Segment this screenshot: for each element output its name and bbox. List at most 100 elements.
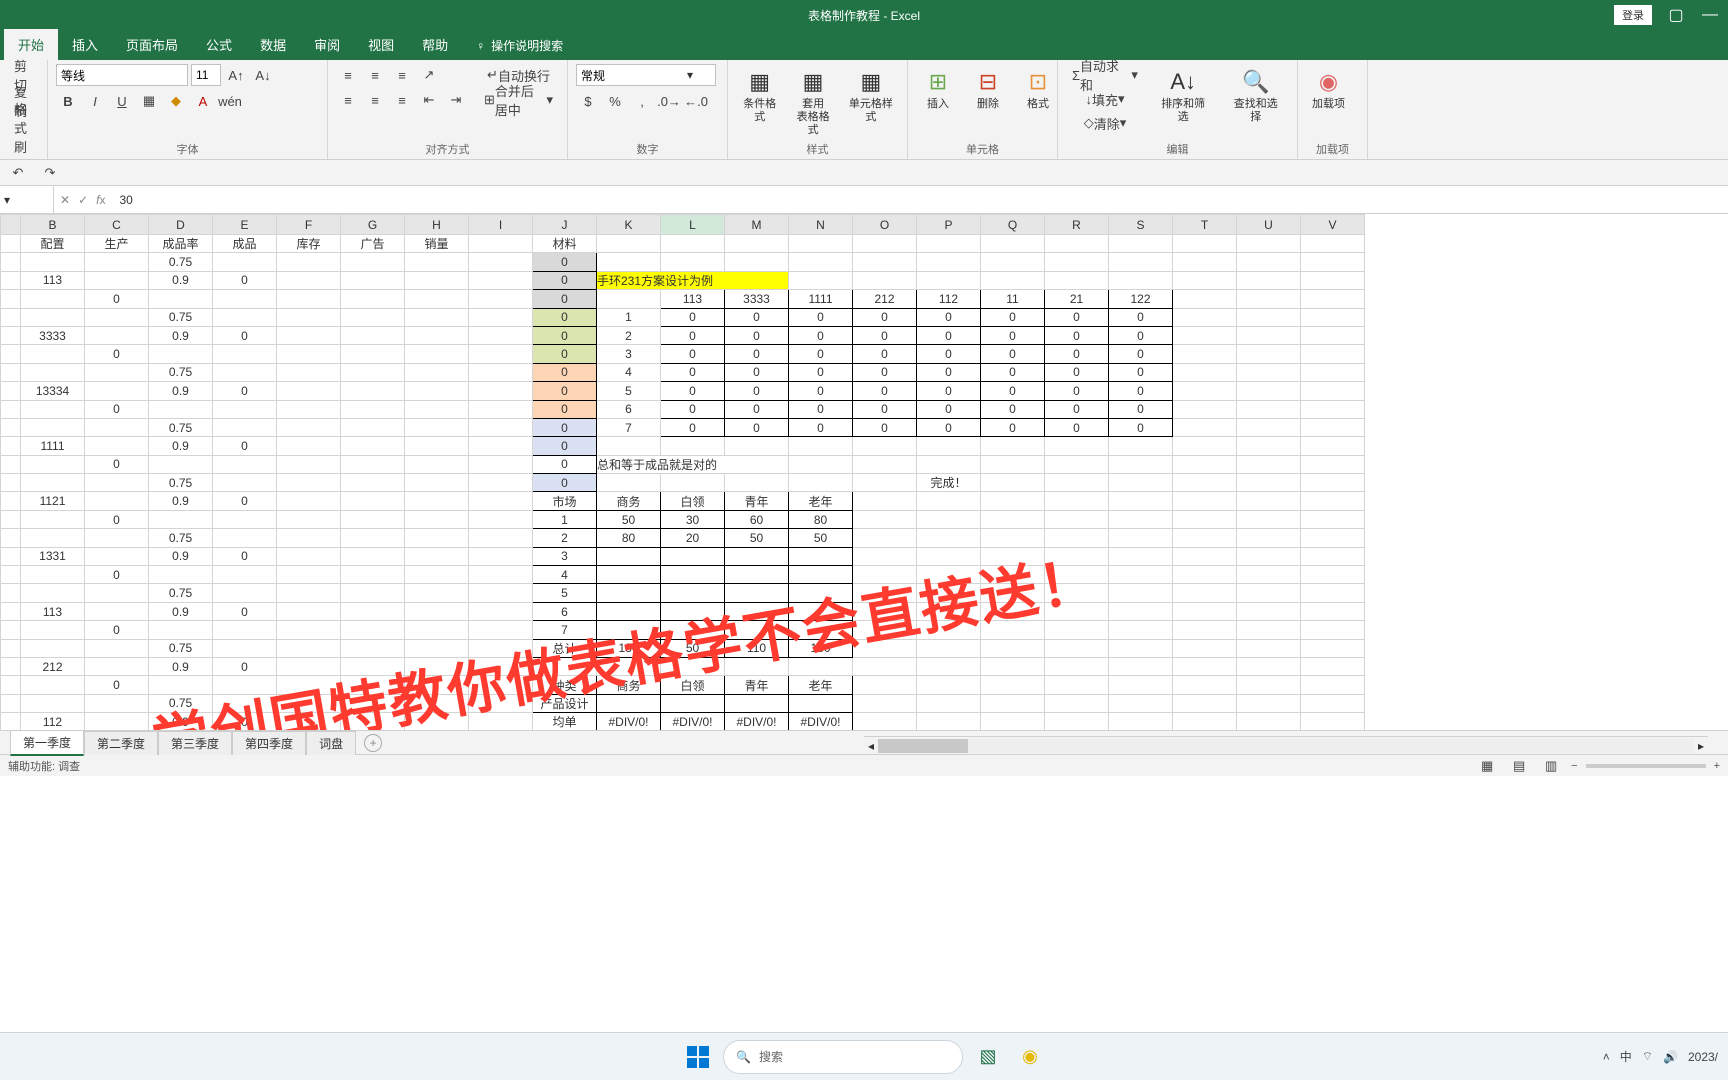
cell[interactable]: 122	[1109, 290, 1173, 308]
cell[interactable]	[917, 271, 981, 289]
cell[interactable]	[85, 529, 149, 547]
cell[interactable]	[1, 253, 21, 271]
cell[interactable]	[469, 694, 533, 712]
cell[interactable]	[341, 713, 405, 730]
cell[interactable]: 0	[981, 363, 1045, 381]
column-header[interactable]: N	[789, 215, 853, 235]
cell[interactable]: 0	[725, 382, 789, 400]
cell[interactable]	[725, 694, 789, 712]
cell[interactable]: 0	[661, 326, 725, 344]
cell[interactable]: 6	[533, 602, 597, 620]
cell[interactable]	[1173, 455, 1237, 473]
wifi-icon[interactable]: ⌔	[1642, 1049, 1653, 1064]
cell[interactable]	[1, 345, 21, 363]
cell[interactable]: 0	[1109, 382, 1173, 400]
cell[interactable]	[1, 602, 21, 620]
cell[interactable]	[469, 566, 533, 584]
cell[interactable]	[405, 547, 469, 565]
cell[interactable]	[469, 345, 533, 363]
cell[interactable]	[1237, 510, 1301, 528]
cell[interactable]	[85, 382, 149, 400]
cell[interactable]	[21, 529, 85, 547]
cell[interactable]	[21, 455, 85, 473]
cell[interactable]	[1, 382, 21, 400]
cell[interactable]	[341, 639, 405, 657]
cell[interactable]	[85, 694, 149, 712]
cell[interactable]: 3	[533, 547, 597, 565]
cell[interactable]	[1109, 621, 1173, 639]
column-header[interactable]: B	[21, 215, 85, 235]
cell[interactable]	[405, 529, 469, 547]
column-header[interactable]: T	[1173, 215, 1237, 235]
cell[interactable]	[405, 713, 469, 730]
cell[interactable]: 材料	[533, 235, 597, 253]
cell[interactable]: 0	[661, 400, 725, 418]
cell[interactable]	[1173, 584, 1237, 602]
cell[interactable]	[1173, 253, 1237, 271]
fill-button[interactable]: ↓ 填充 ▾	[1066, 88, 1144, 110]
sheet-tab-dict[interactable]: 词盘	[306, 731, 356, 755]
cell[interactable]	[1173, 602, 1237, 620]
cell[interactable]	[85, 492, 149, 510]
cell[interactable]	[1301, 602, 1365, 620]
minimize-icon[interactable]: —	[1700, 6, 1720, 24]
cell[interactable]	[85, 326, 149, 344]
cell[interactable]	[1173, 694, 1237, 712]
cell[interactable]	[789, 455, 853, 473]
sheet-tab-q2[interactable]: 第二季度	[84, 731, 158, 755]
align-left-icon[interactable]: ≡	[336, 89, 360, 111]
cell[interactable]	[1173, 345, 1237, 363]
cell[interactable]	[405, 474, 469, 492]
cell[interactable]	[661, 602, 725, 620]
cell[interactable]	[405, 308, 469, 326]
cell[interactable]	[1, 474, 21, 492]
cell[interactable]	[469, 713, 533, 730]
cell[interactable]	[469, 253, 533, 271]
cell[interactable]: 0.75	[149, 363, 213, 381]
cell[interactable]	[1109, 529, 1173, 547]
cell[interactable]	[1173, 676, 1237, 694]
cell[interactable]	[725, 657, 789, 675]
cell[interactable]: 产品设计	[533, 694, 597, 712]
cell[interactable]: 商务	[597, 492, 661, 510]
cell[interactable]	[1109, 584, 1173, 602]
cell[interactable]: 0	[533, 437, 597, 455]
cell[interactable]	[277, 363, 341, 381]
cell[interactable]	[1109, 235, 1173, 253]
cell[interactable]	[1173, 326, 1237, 344]
cell[interactable]	[1301, 418, 1365, 436]
cell[interactable]: #DIV/0!	[661, 713, 725, 730]
cell[interactable]	[661, 657, 725, 675]
cell[interactable]: 112	[21, 713, 85, 730]
cell[interactable]	[341, 326, 405, 344]
cell[interactable]	[21, 566, 85, 584]
cell[interactable]	[469, 382, 533, 400]
taskbar-excel-icon[interactable]: ▧	[971, 1040, 1005, 1074]
cell[interactable]: 0	[661, 308, 725, 326]
align-middle-icon[interactable]: ≡	[363, 64, 387, 86]
column-header[interactable]: G	[341, 215, 405, 235]
cell[interactable]	[789, 566, 853, 584]
cell[interactable]: 0	[725, 345, 789, 363]
cell[interactable]: 0	[85, 621, 149, 639]
cell[interactable]	[917, 547, 981, 565]
cell[interactable]: 212	[21, 657, 85, 675]
cell[interactable]: 青年	[725, 492, 789, 510]
cell[interactable]	[1, 271, 21, 289]
cell[interactable]: 0.9	[149, 713, 213, 730]
cell[interactable]	[1045, 639, 1109, 657]
cell[interactable]	[981, 492, 1045, 510]
cell[interactable]	[853, 713, 917, 730]
tell-me-search[interactable]: ♀ 操作说明搜索	[468, 31, 571, 60]
cell[interactable]	[469, 400, 533, 418]
cell[interactable]	[1109, 713, 1173, 730]
cell[interactable]: 0	[533, 418, 597, 436]
cell[interactable]	[213, 345, 277, 363]
cell[interactable]	[405, 345, 469, 363]
cell[interactable]	[405, 326, 469, 344]
cell[interactable]	[597, 657, 661, 675]
cell[interactable]: 0.75	[149, 308, 213, 326]
cell[interactable]	[981, 602, 1045, 620]
cell[interactable]	[277, 657, 341, 675]
cell[interactable]	[1173, 418, 1237, 436]
